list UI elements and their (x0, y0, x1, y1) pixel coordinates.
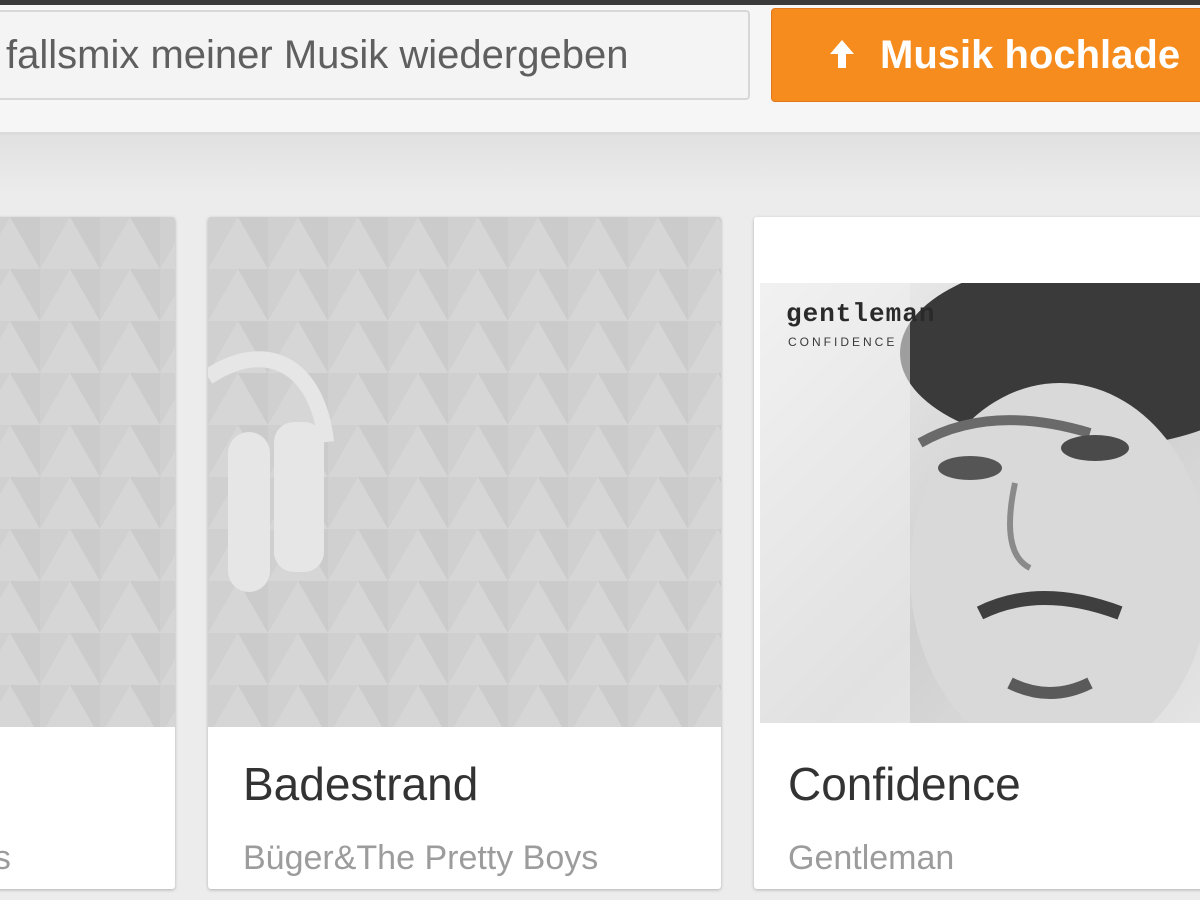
album-artist[interactable]: es (0, 839, 11, 878)
album-grid: s es Badestrand Bü (0, 135, 1200, 900)
album-art-placeholder (0, 217, 175, 727)
album-card[interactable]: Badestrand Büger&The Pretty Boys (208, 217, 721, 889)
cover-subtitle-text: CONFIDENCE (788, 335, 898, 349)
upload-music-button[interactable]: Musik hochlade (771, 8, 1200, 102)
album-card[interactable]: s es (0, 217, 175, 889)
album-artist[interactable]: Gentleman (788, 839, 954, 878)
cover-brand-text: gentleman (786, 299, 936, 329)
album-art: gentleman CONFIDENCE (754, 217, 1200, 727)
portrait-image (760, 283, 1200, 723)
default-art-pattern (0, 217, 175, 727)
album-art-placeholder (208, 217, 721, 727)
album-title[interactable]: Confidence (788, 757, 1021, 811)
shuffle-all-label: fallsmix meiner Musik wiedergeben (6, 33, 629, 77)
album-cover-image: gentleman CONFIDENCE (760, 283, 1200, 723)
album-card[interactable]: gentleman CONFIDENCE Confidence Gentlema… (754, 217, 1200, 889)
album-artist[interactable]: Büger&The Pretty Boys (243, 839, 598, 878)
default-art-pattern (208, 217, 721, 727)
shuffle-all-button[interactable]: fallsmix meiner Musik wiedergeben (0, 10, 750, 100)
top-bar: fallsmix meiner Musik wiedergeben Musik … (0, 0, 1200, 135)
album-title[interactable]: Badestrand (243, 757, 478, 811)
window-top-border (0, 0, 1200, 5)
upload-music-label: Musik hochlade (880, 33, 1181, 77)
arrow-up-icon (830, 40, 854, 68)
